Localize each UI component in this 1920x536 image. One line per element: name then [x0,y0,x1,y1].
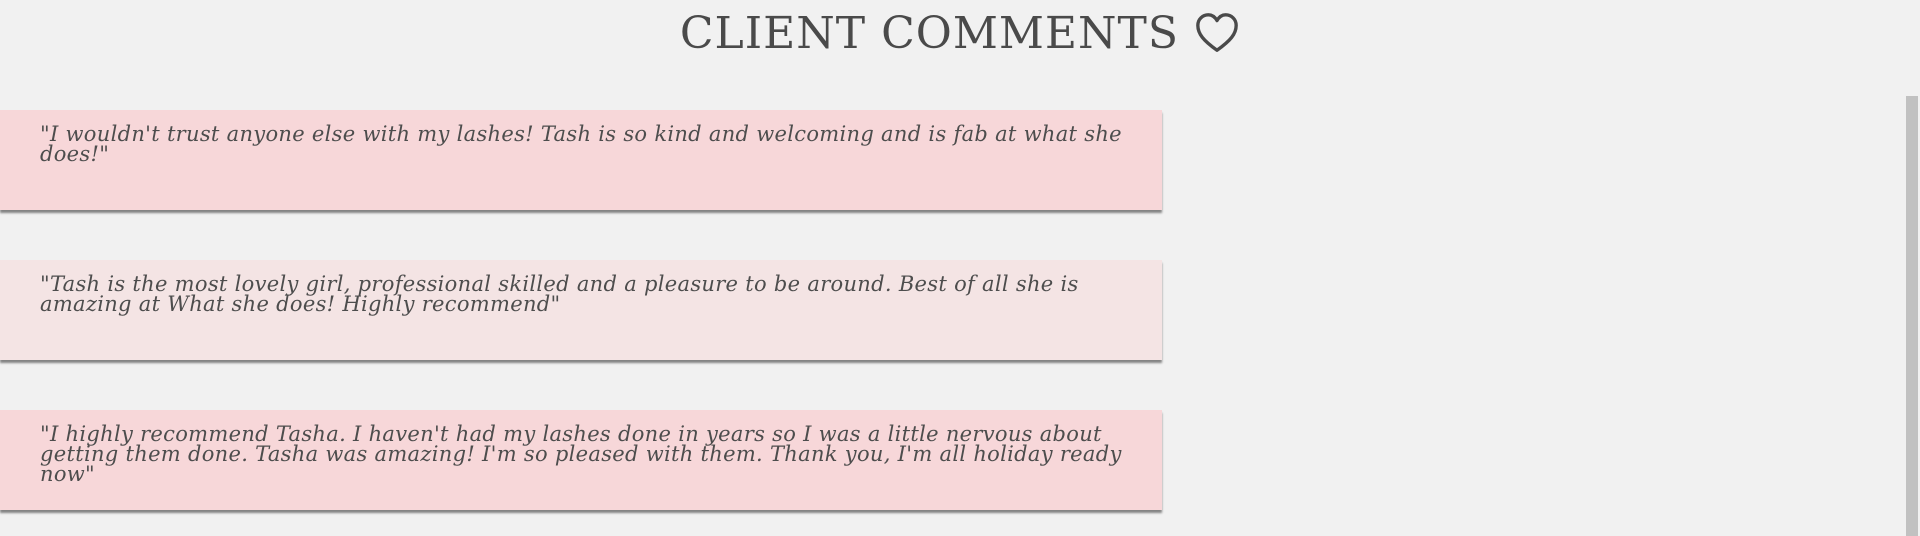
comments-list: "I wouldn't trust anyone else with my la… [0,110,1162,536]
scrollbar-thumb[interactable] [1906,96,1918,536]
comment-text: "Tash is the most lovely girl, professio… [40,272,1079,316]
comment-text: "I wouldn't trust anyone else with my la… [40,122,1122,166]
comment-card: "I wouldn't trust anyone else with my la… [0,110,1162,210]
comment-text: "I highly recommend Tasha. I haven't had… [40,422,1122,486]
page-header: CLIENT COMMENTS [0,8,1920,60]
comment-card: "Tash is the most lovely girl, professio… [0,260,1162,360]
page-title: CLIENT COMMENTS [679,8,1180,59]
comment-card: "I highly recommend Tasha. I haven't had… [0,410,1162,510]
scrollbar[interactable] [1904,96,1920,536]
heart-icon [1194,11,1240,57]
